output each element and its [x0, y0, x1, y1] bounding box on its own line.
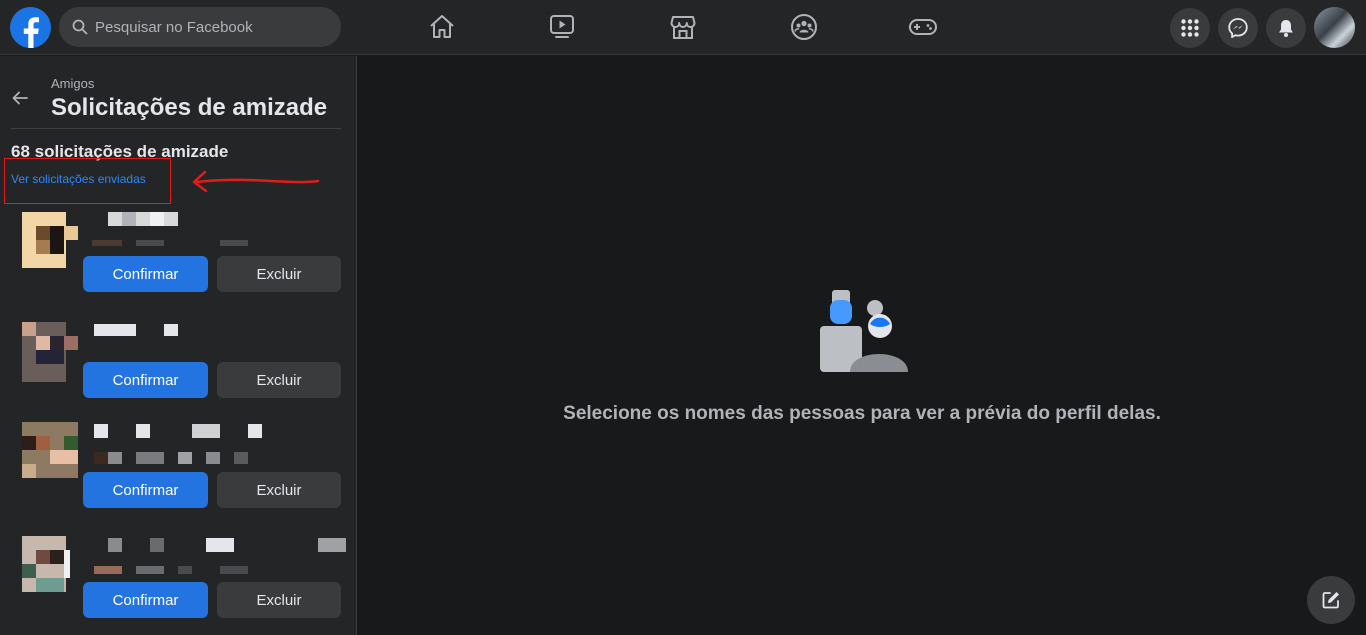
- confirm-button[interactable]: Confirmar: [83, 256, 208, 292]
- search-input[interactable]: [95, 7, 331, 47]
- gaming-icon[interactable]: [908, 12, 938, 42]
- profile-avatar[interactable]: [1314, 7, 1355, 48]
- divider: [11, 128, 341, 129]
- breadcrumb[interactable]: Amigos: [51, 76, 94, 91]
- search-box[interactable]: [59, 7, 341, 47]
- facebook-logo-icon[interactable]: [10, 7, 51, 48]
- new-message-button[interactable]: [1307, 576, 1355, 624]
- empty-state-message: Selecione os nomes das pessoas para ver …: [563, 403, 1161, 424]
- friend-request-item[interactable]: Confirmar Excluir: [0, 318, 357, 418]
- home-icon[interactable]: [427, 12, 457, 42]
- friend-requests-sidebar: Amigos Solicitações de amizade 68 solici…: [0, 56, 357, 635]
- friend-request-item[interactable]: Confirmar Excluir: [0, 208, 357, 308]
- notifications-button[interactable]: [1266, 8, 1306, 48]
- groups-icon[interactable]: [789, 12, 819, 42]
- friend-request-item[interactable]: Confirmar Excluir: [0, 532, 357, 632]
- menu-grid-icon: [1181, 19, 1199, 37]
- profile-preview-area: Selecione os nomes das pessoas para ver …: [358, 56, 1366, 635]
- delete-button[interactable]: Excluir: [217, 256, 341, 292]
- friend-request-item[interactable]: Confirmar Excluir: [0, 418, 357, 518]
- back-arrow-icon[interactable]: [10, 88, 30, 108]
- confirm-button[interactable]: Confirmar: [83, 362, 208, 398]
- messenger-button[interactable]: [1218, 8, 1258, 48]
- friends-illustration-icon: [820, 290, 908, 372]
- top-navigation-bar: [0, 0, 1366, 55]
- page-title: Solicitações de amizade: [51, 94, 328, 121]
- annotation-highlight-box: [4, 158, 171, 204]
- search-icon: [72, 19, 88, 35]
- compose-icon: [1322, 592, 1339, 609]
- confirm-button[interactable]: Confirmar: [83, 472, 208, 508]
- delete-button[interactable]: Excluir: [217, 582, 341, 618]
- annotation-arrow-icon: [192, 170, 320, 193]
- confirm-button[interactable]: Confirmar: [83, 582, 208, 618]
- delete-button[interactable]: Excluir: [217, 362, 341, 398]
- menu-button[interactable]: [1170, 8, 1210, 48]
- marketplace-icon[interactable]: [668, 12, 698, 42]
- delete-button[interactable]: Excluir: [217, 472, 341, 508]
- notifications-icon: [1279, 20, 1293, 37]
- watch-icon[interactable]: [547, 12, 577, 42]
- messenger-icon: [1228, 18, 1248, 38]
